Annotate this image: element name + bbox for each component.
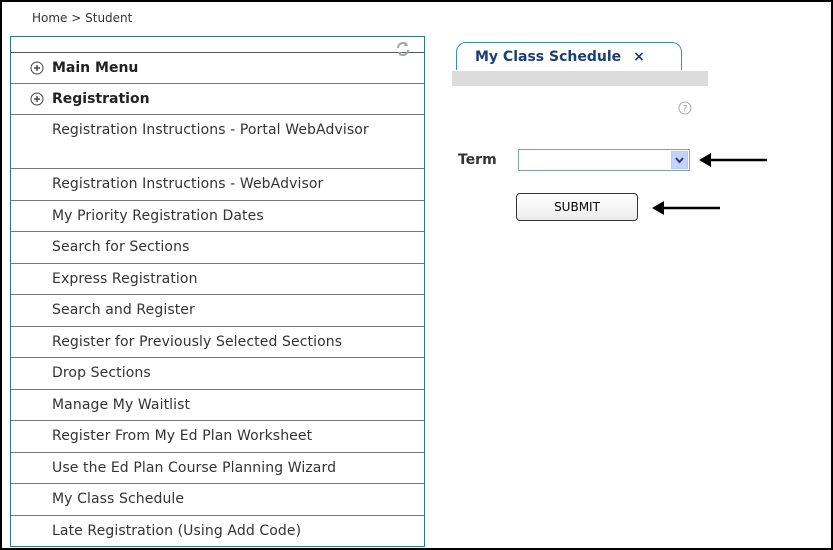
sidebar-menu: Main Menu Registration Registration Inst… (10, 36, 425, 547)
sidebar-item-registration-instructions[interactable]: Registration Instructions - WebAdvisor (11, 169, 424, 201)
main-menu-label: Main Menu (52, 60, 139, 76)
registration-label: Registration (52, 91, 150, 107)
tab-underline-bar (452, 71, 708, 86)
sidebar-item-ed-plan-wizard[interactable]: Use the Ed Plan Course Planning Wizard (11, 453, 424, 484)
sidebar-item-register-ed-plan[interactable]: Register From My Ed Plan Worksheet (11, 421, 424, 453)
chevron-down-icon (675, 156, 684, 164)
sidebar-item-express-registration[interactable]: Express Registration (11, 264, 424, 295)
sidebar-item-search-sections[interactable]: Search for Sections (11, 232, 424, 264)
svg-text:?: ? (683, 105, 688, 115)
sidebar-toolbar (11, 37, 424, 56)
breadcrumb: Home > Student (32, 11, 133, 25)
close-icon[interactable]: × (633, 49, 645, 65)
sidebar-item-my-class-schedule[interactable]: My Class Schedule (11, 484, 424, 516)
sidebar-item-manage-waitlist[interactable]: Manage My Waitlist (11, 390, 424, 421)
refresh-icon[interactable] (394, 40, 412, 58)
arrow-left-icon (652, 201, 720, 215)
sidebar-item-priority-registration-dates[interactable]: My Priority Registration Dates (11, 201, 424, 232)
sidebar-item-search-and-register[interactable]: Search and Register (11, 295, 424, 327)
main-menu-header[interactable]: Main Menu (11, 53, 424, 84)
submit-button[interactable]: SUBMIT (516, 193, 638, 221)
sidebar-item-drop-sections[interactable]: Drop Sections (11, 358, 424, 390)
term-select[interactable] (518, 149, 690, 171)
dropdown-button[interactable] (671, 151, 688, 169)
sidebar-item-register-previously-selected[interactable]: Register for Previously Selected Section… (11, 327, 424, 358)
plus-circle-icon (30, 92, 44, 106)
help-icon[interactable]: ? (678, 101, 692, 115)
plus-circle-icon (30, 61, 44, 75)
tab-title: My Class Schedule (475, 48, 622, 65)
term-label: Term (458, 152, 497, 168)
sidebar-item-late-registration[interactable]: Late Registration (Using Add Code) (11, 516, 424, 547)
tab-my-class-schedule[interactable]: My Class Schedule × (456, 42, 682, 70)
registration-header[interactable]: Registration (11, 84, 424, 115)
arrow-left-icon (699, 153, 767, 167)
sidebar-item-registration-instructions-portal[interactable]: Registration Instructions - Portal WebAd… (11, 115, 424, 169)
